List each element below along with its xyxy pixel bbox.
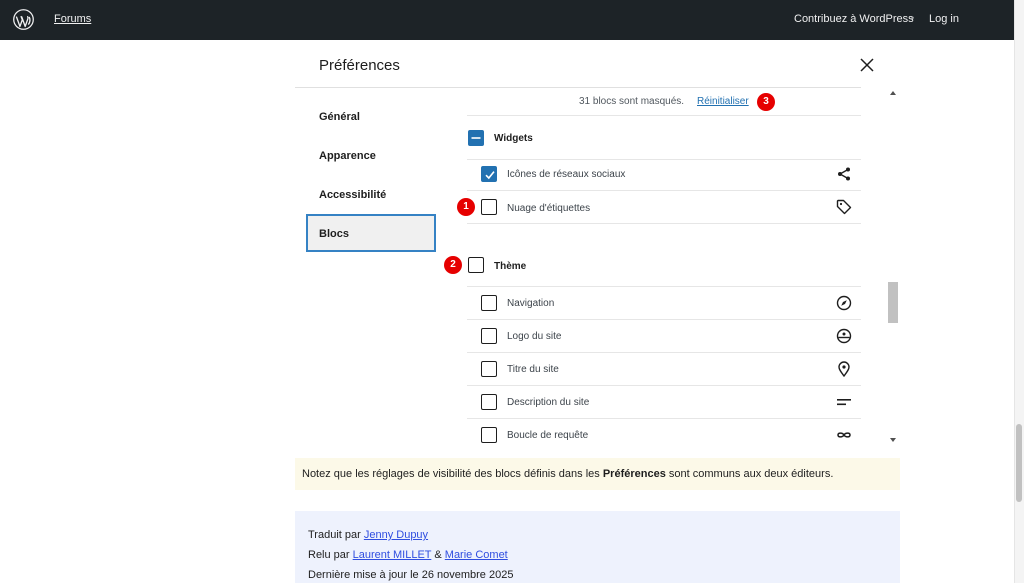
last-updated: Dernière mise à jour le 26 novembre 2025	[308, 569, 514, 581]
panel-scrollbar[interactable]	[887, 88, 899, 446]
tag-icon	[836, 199, 852, 215]
admin-bar: Forums Contribuez à WordPress • Log in	[0, 0, 1014, 40]
note-text: Notez que les réglages de visibilité des…	[302, 468, 833, 480]
nav-blocs[interactable]: Blocs	[306, 214, 436, 252]
page-scrollbar-thumb[interactable]	[1016, 424, 1022, 502]
row-divider	[467, 319, 861, 320]
row-divider	[467, 385, 861, 386]
note-box: Notez que les réglages de visibilité des…	[295, 458, 900, 490]
reviewer1-link[interactable]: Laurent MILLET	[353, 549, 432, 561]
reset-link[interactable]: Réinitialiser	[697, 96, 749, 107]
map-pin-icon	[838, 361, 850, 377]
scroll-up-icon[interactable]	[890, 91, 896, 95]
widgets-group-checkbox[interactable]	[468, 130, 484, 146]
hidden-count: 31 blocs sont masqués.	[579, 96, 685, 107]
panel-scrollbar-thumb[interactable]	[888, 282, 898, 323]
tag-cloud-checkbox[interactable]	[481, 199, 497, 215]
note-text-end: sont communs aux deux éditeurs.	[665, 468, 834, 480]
reviewer2-link[interactable]: Marie Comet	[445, 549, 508, 561]
site-title-label: Titre du site	[507, 364, 559, 375]
row-divider	[467, 418, 861, 419]
reviewer-separator: &	[431, 549, 445, 561]
modal-divider	[295, 87, 861, 88]
marker-1: 1	[457, 198, 475, 216]
social-icons-label: Icônes de réseaux sociaux	[507, 169, 626, 180]
site-logo-icon	[836, 328, 852, 344]
row-divider	[467, 159, 861, 160]
align-left-icon	[837, 399, 851, 406]
nav-accessibilite[interactable]: Accessibilité	[319, 189, 386, 201]
site-description-checkbox[interactable]	[481, 394, 497, 410]
site-title-checkbox[interactable]	[481, 361, 497, 377]
query-loop-checkbox[interactable]	[481, 427, 497, 443]
close-icon[interactable]	[858, 56, 876, 74]
share-icon	[838, 167, 850, 181]
forums-link[interactable]: Forums	[54, 13, 91, 25]
nav-general[interactable]: Général	[319, 111, 360, 123]
query-loop-label: Boucle de requête	[507, 430, 589, 441]
contribute-link[interactable]: Contribuez à WordPress	[794, 13, 914, 25]
reviewed-prefix: Relu par	[308, 549, 353, 561]
row-divider	[467, 115, 861, 116]
site-logo-label: Logo du site	[507, 331, 562, 342]
theme-group-checkbox[interactable]	[468, 257, 484, 273]
row-divider	[467, 286, 861, 287]
marker-3: 3	[757, 93, 775, 111]
wordpress-logo-icon[interactable]	[13, 9, 34, 30]
widgets-group-label: Widgets	[494, 133, 533, 144]
theme-group-label: Thème	[494, 261, 527, 272]
row-divider	[467, 190, 861, 191]
note-text-start: Notez que les réglages de visibilité des…	[302, 468, 603, 480]
separator-dot: •	[911, 13, 915, 23]
login-link[interactable]: Log in	[929, 13, 959, 25]
social-icons-checkbox[interactable]	[481, 166, 497, 182]
nav-apparence[interactable]: Apparence	[319, 150, 376, 162]
navigation-checkbox[interactable]	[481, 295, 497, 311]
site-logo-checkbox[interactable]	[481, 328, 497, 344]
marker-2: 2	[444, 256, 462, 274]
compass-icon	[836, 295, 852, 311]
tag-cloud-label: Nuage d'étiquettes	[507, 203, 591, 214]
nav-blocs-label: Blocs	[319, 228, 349, 240]
reviewed-by: Relu par Laurent MILLET & Marie Comet	[308, 549, 508, 561]
site-description-label: Description du site	[507, 397, 590, 408]
navigation-label: Navigation	[507, 298, 555, 309]
translated-by: Traduit par Jenny Dupuy	[308, 529, 428, 541]
translated-prefix: Traduit par	[308, 529, 364, 541]
translator-link[interactable]: Jenny Dupuy	[364, 529, 428, 541]
note-bold-preferences: Préférences	[602, 468, 666, 480]
modal-title: Préférences	[319, 57, 400, 74]
scroll-down-icon[interactable]	[890, 438, 896, 442]
row-divider	[467, 223, 861, 224]
row-divider	[467, 352, 861, 353]
loop-icon	[837, 432, 851, 438]
credits-box: Traduit par Jenny Dupuy Relu par Laurent…	[295, 511, 900, 583]
